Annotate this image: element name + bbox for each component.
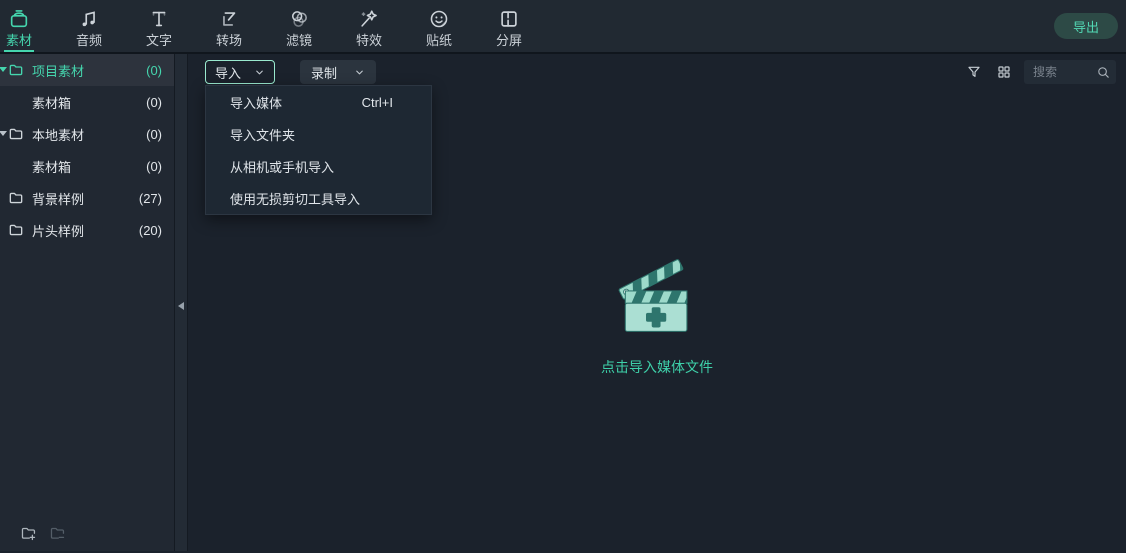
caret-down-icon[interactable] [0,67,7,72]
text-icon [148,8,170,30]
import-dropdown-menu: 导入媒体 Ctrl+I 导入文件夹 从相机或手机导入 使用无损剪切工具导入 [205,85,432,215]
chevron-down-icon [354,67,365,78]
search-input[interactable] [1033,65,1096,79]
folder-icon [8,62,24,78]
tab-transitions[interactable]: 转场 [194,0,264,52]
menu-item-label: 从相机或手机导入 [230,159,335,175]
tab-media[interactable]: 素材 [0,0,54,52]
sidebar-item-count: (27) [138,190,162,206]
tab-stickers[interactable]: 贴纸 [404,0,474,52]
sidebar-item-count: (0) [146,126,162,142]
tab-label: 转场 [215,32,242,48]
folder-icon [8,126,24,142]
record-button-label: 录制 [311,65,338,81]
import-hint-text[interactable]: 点击导入媒体文件 [601,357,713,377]
magic-wand-icon [358,8,380,30]
sidebar-item-project-media[interactable]: 项目素材 (0) [0,54,174,86]
transition-icon [218,8,240,30]
chevron-down-icon [254,67,265,78]
toolbar-right-group [964,60,1116,84]
remove-folder-icon[interactable] [49,525,66,542]
import-button[interactable]: 导入 [205,60,275,84]
menu-item-import-lossless-cutter[interactable]: 使用无损剪切工具导入 [206,182,431,214]
split-screen-icon [498,8,520,30]
clapperboard-icon[interactable] [613,249,701,339]
media-bin-icon [8,8,30,30]
sidebar-item-label: 片头样例 [32,223,85,239]
record-button[interactable]: 录制 [300,60,376,84]
tab-audio[interactable]: 音频 [54,0,124,52]
filter-funnel-icon[interactable] [964,62,984,82]
sidebar-item-label: 背景样例 [32,191,85,207]
export-button[interactable]: 导出 [1054,13,1118,39]
menu-item-import-folder[interactable]: 导入文件夹 [206,118,431,150]
sidebar-item-media-bin-2[interactable]: 素材箱 (0) [0,150,174,182]
import-button-label: 导入 [215,65,242,81]
tab-label: 滤镜 [285,32,312,48]
sidebar-item-count: (0) [146,62,162,78]
sidebar-footer [0,515,174,551]
collapse-left-arrow-icon [178,302,184,310]
sidebar-item-count: (20) [138,222,162,238]
sidebar-item-label: 素材箱 [32,95,72,111]
active-tab-underline [4,50,34,52]
sidebar-collapse-handle[interactable] [174,54,188,551]
sidebar-item-background-samples[interactable]: 背景样例 (27) [0,182,174,214]
search-icon[interactable] [1096,65,1111,80]
media-toolbar: 导入 录制 [188,56,1126,88]
menu-item-shortcut: Ctrl+I [361,94,393,110]
add-folder-icon[interactable] [20,525,37,542]
menu-item-label: 导入文件夹 [230,127,296,143]
empty-state: 点击导入媒体文件 [188,249,1126,377]
media-panel: 导入 录制 搜索 导入媒体 Ctrl+I 导入文件夹 从相机或手机导入 使用无损… [188,54,1126,551]
sidebar-folder-tree: 项目素材 (0) 素材箱 (0) 本地素材 (0) 素材箱 (0) 背景样例 (… [0,54,174,515]
sidebar-item-local-media[interactable]: 本地素材 (0) [0,118,174,150]
menu-item-label: 导入媒体 [230,95,283,111]
folder-icon [8,222,24,238]
sidebar-item-intro-samples[interactable]: 片头样例 (20) [0,214,174,246]
tab-effects[interactable]: 特效 [334,0,404,52]
tab-splitscreen[interactable]: 分屏 [474,0,544,52]
sticker-face-icon [428,8,450,30]
tab-label: 贴纸 [425,32,452,48]
tab-label: 文字 [145,32,172,48]
tab-label: 音频 [75,32,102,48]
sidebar-item-label: 素材箱 [32,159,72,175]
filter-circles-icon [288,8,310,30]
sidebar-item-count: (0) [146,94,162,110]
tab-text[interactable]: 文字 [124,0,194,52]
music-note-icon [78,8,100,30]
tab-filters[interactable]: 滤镜 [264,0,334,52]
folder-icon [8,190,24,206]
grid-view-icon[interactable] [994,62,1014,82]
sidebar-item-count: (0) [146,158,162,174]
menu-item-import-from-camera[interactable]: 从相机或手机导入 [206,150,431,182]
top-navigation-bar: 素材 音频 文字 转场 滤镜 特效 贴纸 分屏 导出 [0,0,1126,54]
caret-down-icon[interactable] [0,131,7,136]
sidebar-item-label: 项目素材 [32,63,85,79]
tab-label: 素材 [5,32,32,48]
sidebar-item-label: 本地素材 [32,127,85,143]
sidebar-item-media-bin-1[interactable]: 素材箱 (0) [0,86,174,118]
media-sidebar: 项目素材 (0) 素材箱 (0) 本地素材 (0) 素材箱 (0) 背景样例 (… [0,54,174,551]
content-area: 项目素材 (0) 素材箱 (0) 本地素材 (0) 素材箱 (0) 背景样例 (… [0,54,1126,551]
tab-label: 特效 [355,32,382,48]
nav-tabs: 素材 音频 文字 转场 滤镜 特效 贴纸 分屏 [0,0,544,52]
search-box [1024,60,1116,84]
tab-label: 分屏 [495,32,522,48]
menu-item-import-media[interactable]: 导入媒体 Ctrl+I [206,86,431,118]
menu-item-label: 使用无损剪切工具导入 [230,191,361,207]
